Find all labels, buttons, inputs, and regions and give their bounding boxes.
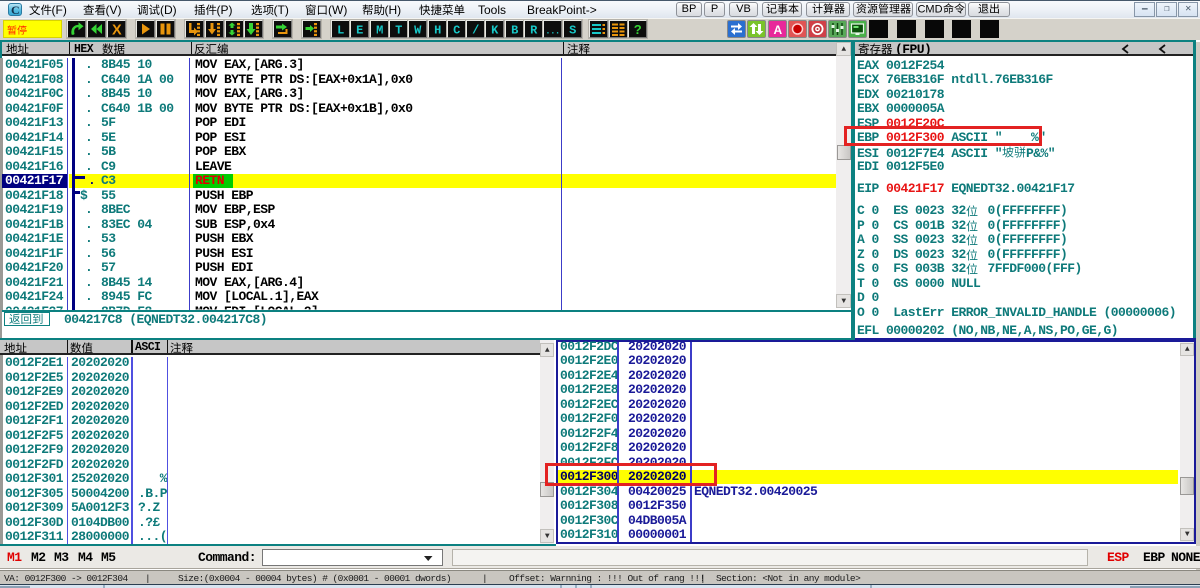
svg-text:C: C [453, 24, 460, 38]
svg-text:X: X [112, 23, 122, 38]
svg-text:S: S [569, 24, 576, 38]
svg-text:...: ... [546, 27, 561, 37]
svg-text:M: M [376, 24, 383, 38]
svg-text:H: H [434, 24, 441, 38]
svg-text:L: L [337, 24, 344, 38]
svg-text:R: R [530, 24, 538, 38]
svg-text:W: W [414, 24, 422, 38]
svg-text:A: A [773, 23, 782, 37]
svg-text:/: / [472, 24, 479, 38]
svg-text:?: ? [634, 22, 642, 37]
svg-text:B: B [511, 24, 518, 38]
svg-text:K: K [492, 24, 500, 38]
svg-text:E: E [356, 24, 363, 38]
svg-text:T: T [395, 24, 402, 38]
